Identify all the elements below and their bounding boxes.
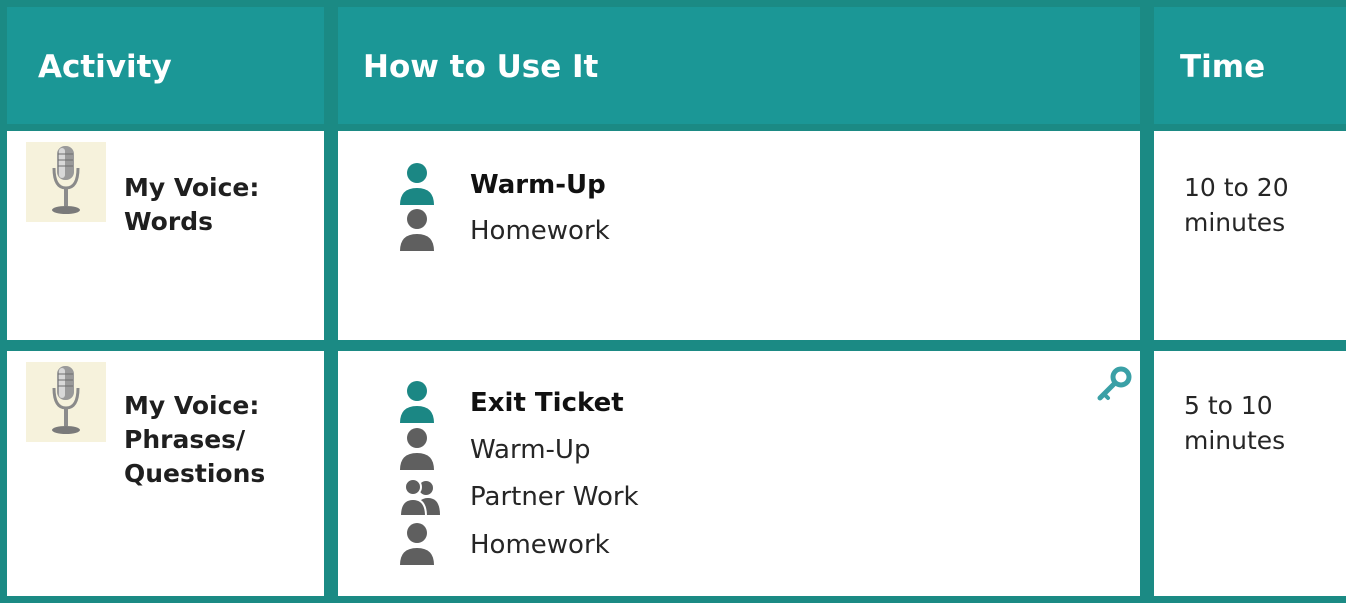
use-label: Homework xyxy=(470,216,610,246)
header-activity: Activity xyxy=(38,49,172,85)
use-label: Warm-Up xyxy=(470,170,606,200)
person-icon xyxy=(400,427,434,473)
activity-label-line: My Voice: xyxy=(124,391,260,420)
person-icon xyxy=(400,380,434,426)
use-item-homework: Homework xyxy=(400,208,1100,254)
time-unit: minutes xyxy=(1184,426,1286,455)
use-label: Warm-Up xyxy=(470,435,591,465)
use-label: Homework xyxy=(470,530,610,560)
column-divider-1 xyxy=(324,0,338,603)
person-icon xyxy=(400,162,434,208)
use-item-warm-up: Warm-Up xyxy=(400,162,1100,208)
use-label: Exit Ticket xyxy=(470,388,624,418)
microphone-icon xyxy=(26,362,106,442)
time-cell: 10 to 20 minutes xyxy=(1184,170,1334,240)
people-icon xyxy=(398,474,440,520)
border-left xyxy=(0,0,7,603)
header-how-to-use: How to Use It xyxy=(363,49,599,85)
use-label: Partner Work xyxy=(470,482,639,512)
time-value: 5 to 10 xyxy=(1184,391,1273,420)
use-item-exit-ticket: Exit Ticket xyxy=(400,380,1100,426)
microphone-icon xyxy=(26,142,106,222)
header-time: Time xyxy=(1180,49,1266,85)
use-item-homework: Homework xyxy=(400,522,1100,568)
activity-table: Activity How to Use It Time My Voice: Wo… xyxy=(0,0,1346,603)
activity-label: My Voice: Words xyxy=(124,171,314,239)
person-icon xyxy=(400,208,434,254)
activity-label: My Voice: Phrases/ Questions xyxy=(124,389,314,491)
time-cell: 5 to 10 minutes xyxy=(1184,388,1334,458)
column-divider-2 xyxy=(1140,0,1154,603)
activity-label-line: Questions xyxy=(124,459,266,488)
person-icon xyxy=(400,522,434,568)
time-value: 10 to 20 xyxy=(1184,173,1289,202)
activity-label-line: My Voice: xyxy=(124,173,260,202)
activity-label-line: Words xyxy=(124,207,213,236)
row-divider xyxy=(0,340,1346,351)
key-icon xyxy=(1094,365,1134,405)
time-unit: minutes xyxy=(1184,208,1286,237)
activity-label-line: Phrases/ xyxy=(124,425,246,454)
use-item-partner-work: Partner Work xyxy=(398,474,1100,520)
use-item-warm-up: Warm-Up xyxy=(400,427,1100,473)
header-divider xyxy=(0,124,1346,131)
